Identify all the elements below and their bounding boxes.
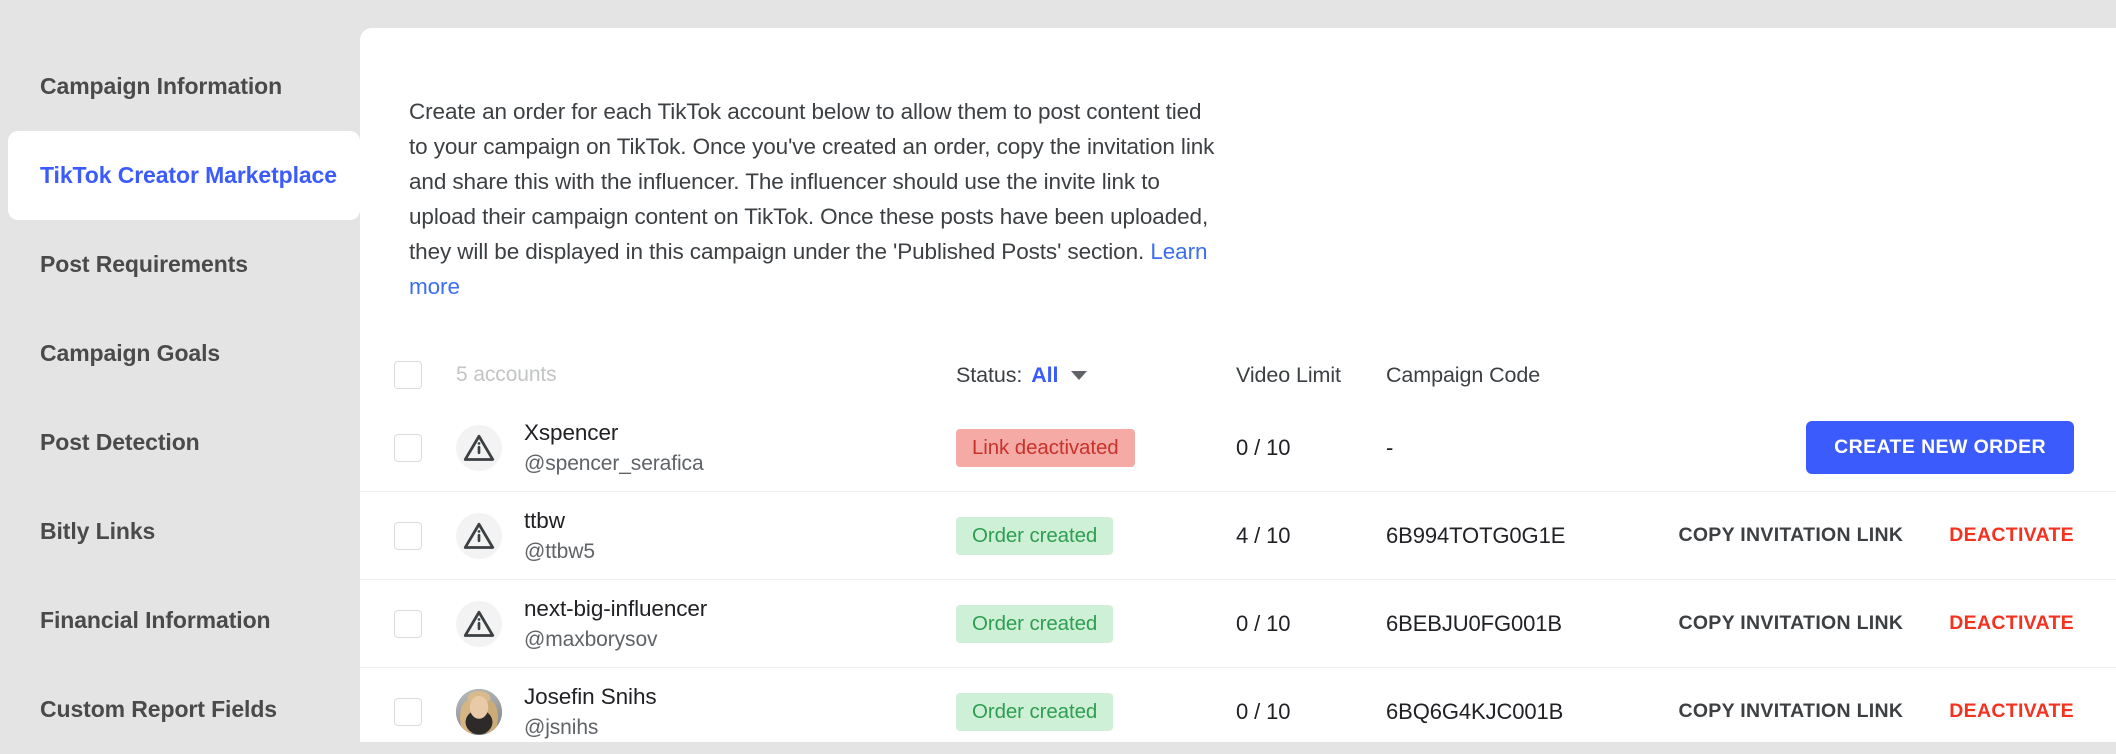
campaign-code-header: Campaign Code (1386, 362, 1541, 387)
select-all-checkbox[interactable] (394, 361, 422, 389)
status-cell: Order created (956, 692, 1236, 731)
sidebar-item-campaign-goals[interactable]: Campaign Goals (0, 309, 360, 398)
row-select-cell (360, 697, 456, 726)
status-filter-value: All (1031, 362, 1059, 387)
panel-description: Create an order for each TikTok account … (409, 94, 1219, 304)
accounts-table: 5 accounts Status: All Video Limit Campaign … (360, 346, 2116, 742)
status-filter-cell: Status: All (956, 363, 1236, 388)
table-row: ttbw @ttbw5 Order created 4 / 10 6B994TOTG0G… (360, 492, 2116, 580)
account-cell: next-big-influencer @maxborysov (456, 595, 956, 653)
sidebar-item-label: Custom Report Fields (40, 696, 277, 722)
status-cell: Order created (956, 604, 1236, 643)
row-checkbox[interactable] (394, 433, 422, 462)
account-handle: @jsnihs (524, 715, 599, 739)
sidebar-item-label: Post Requirements (40, 251, 248, 277)
chevron-down-icon (1071, 370, 1088, 380)
status-cell: Link deactivated (956, 428, 1236, 467)
status-badge: Order created (956, 604, 1114, 643)
video-limit-value: 0 / 10 (1236, 698, 1291, 724)
account-name: ttbw (524, 507, 565, 533)
row-checkbox[interactable] (394, 609, 422, 638)
account-count-label: 5 accounts (456, 363, 557, 386)
table-row: Josefin Snihs @jsnihs Order created 0 / 10 6… (360, 668, 2116, 742)
status-badge: Link deactivated (956, 428, 1135, 467)
account-text: next-big-influencer @maxborysov (524, 595, 707, 653)
deactivate-button[interactable]: DEACTIVATE (1949, 700, 2074, 723)
sidebar-item-campaign-information[interactable]: Campaign Information (0, 42, 360, 131)
row-checkbox[interactable] (394, 521, 422, 550)
deactivate-button[interactable]: DEACTIVATE (1949, 612, 2074, 635)
row-actions: COPY INVITATION LINK DEACTIVATE (1676, 700, 2116, 723)
select-all-cell (360, 361, 456, 389)
sidebar-item-custom-report-fields[interactable]: Custom Report Fields (0, 665, 360, 754)
deactivate-button[interactable]: DEACTIVATE (1949, 524, 2074, 547)
table-row: Xspencer @spencer_serafica Link deactivate… (360, 404, 2116, 492)
avatar (456, 688, 502, 735)
row-actions: COPY INVITATION LINK DEACTIVATE (1676, 612, 2116, 635)
sidebar-item-financial-information[interactable]: Financial Information (0, 576, 360, 665)
copy-invitation-link-button[interactable]: COPY INVITATION LINK (1678, 700, 1903, 723)
account-name: Xspencer (524, 419, 619, 445)
video-limit-header: Video Limit (1236, 362, 1341, 387)
video-limit-value: 0 / 10 (1236, 610, 1291, 636)
avatar-placeholder (456, 512, 502, 559)
table-header-row: 5 accounts Status: All Video Limit Campaign … (360, 346, 2116, 404)
campaign-code-value: 6BQ6G4KJC001B (1386, 698, 1564, 724)
row-actions: CREATE NEW ORDER (1676, 421, 2116, 474)
account-text: ttbw @ttbw5 (524, 507, 595, 565)
status-cell: Order created (956, 516, 1236, 555)
row-actions: COPY INVITATION LINK DEACTIVATE (1676, 524, 2116, 547)
account-cell: Josefin Snihs @jsnihs (456, 683, 956, 741)
warning-triangle-icon (463, 522, 495, 549)
app-root: Campaign Information TikTok Creator Marke… (0, 0, 2116, 742)
avatar-photo (456, 688, 502, 735)
warning-triangle-icon (463, 434, 495, 461)
avatar-placeholder (456, 424, 502, 471)
row-checkbox[interactable] (394, 697, 422, 726)
video-limit-value: 4 / 10 (1236, 522, 1291, 548)
sidebar-item-label: Campaign Goals (40, 340, 221, 366)
account-text: Xspencer @spencer_serafica (524, 419, 704, 477)
copy-invitation-link-button[interactable]: COPY INVITATION LINK (1678, 612, 1903, 635)
account-cell: Xspencer @spencer_serafica (456, 419, 956, 477)
status-badge: Order created (956, 516, 1114, 555)
sidebar-item-label: Post Detection (40, 429, 200, 455)
create-new-order-button[interactable]: CREATE NEW ORDER (1806, 421, 2074, 474)
account-handle: @ttbw5 (524, 539, 595, 563)
video-limit-value: 0 / 10 (1236, 434, 1291, 460)
tiktok-creator-marketplace-panel: Create an order for each TikTok account … (360, 28, 2116, 742)
copy-invitation-link-button[interactable]: COPY INVITATION LINK (1678, 524, 1903, 547)
sidebar-item-bitly-links[interactable]: Bitly Links (0, 487, 360, 576)
campaign-code-value: 6B994TOTG0G1E (1386, 522, 1566, 548)
table-row: next-big-influencer @maxborysov Order crea… (360, 580, 2116, 668)
avatar-placeholder (456, 600, 502, 647)
warning-triangle-icon (463, 610, 495, 637)
status-filter-dropdown[interactable]: Status: All (956, 362, 1088, 388)
sidebar-item-post-detection[interactable]: Post Detection (0, 398, 360, 487)
account-text: Josefin Snihs @jsnihs (524, 683, 657, 741)
sidebar-item-label: Campaign Information (40, 73, 283, 99)
settings-sidebar: Campaign Information TikTok Creator Marke… (0, 0, 360, 742)
sidebar-item-post-requirements[interactable]: Post Requirements (0, 220, 360, 309)
panel-description-text: Create an order for each TikTok account … (409, 98, 1215, 264)
account-name: next-big-influencer (524, 595, 708, 621)
status-badge: Order created (956, 692, 1114, 731)
row-select-cell (360, 521, 456, 550)
account-cell: ttbw @ttbw5 (456, 507, 956, 565)
account-handle: @maxborysov (524, 627, 658, 651)
sidebar-item-label: Bitly Links (40, 518, 156, 544)
account-name: Josefin Snihs (524, 683, 657, 709)
account-handle: @spencer_serafica (524, 451, 704, 475)
campaign-code-value: - (1386, 434, 1394, 460)
row-select-cell (360, 609, 456, 638)
sidebar-item-label: TikTok Creator Marketplace (40, 162, 337, 188)
row-select-cell (360, 433, 456, 462)
sidebar-item-label: Financial Information (40, 607, 271, 633)
campaign-code-value: 6BEBJU0FG001B (1386, 610, 1563, 636)
sidebar-item-tiktok-creator-marketplace[interactable]: TikTok Creator Marketplace (8, 131, 360, 220)
account-count-cell: 5 accounts (456, 363, 956, 387)
status-filter-label: Status: (956, 362, 1023, 387)
